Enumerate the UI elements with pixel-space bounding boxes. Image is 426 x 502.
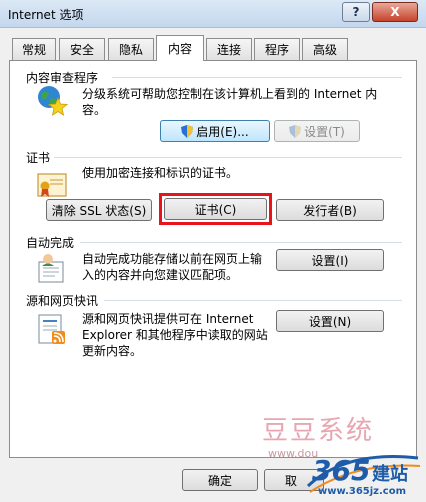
brand-number: 365 [312,454,371,487]
shield-icon [289,124,302,138]
tab-privacy[interactable]: 隐私 [108,38,154,60]
group-divider [112,77,402,78]
enable-button[interactable]: 启用(E)... [160,120,270,142]
tab-content[interactable]: 内容 [156,35,204,61]
tab-programs[interactable]: 程序 [254,38,300,60]
tab-security[interactable]: 安全 [59,38,105,60]
ok-button[interactable]: 确定 [182,469,258,491]
autocomplete-form-icon [36,252,68,284]
certificates-heading: 证书 [26,149,55,166]
help-button[interactable]: ? [342,2,370,22]
group-divider [80,242,402,243]
certificate-icon [36,170,68,202]
feeds-icon [36,313,68,345]
content-advisor-settings-label: 设置(T) [304,124,345,139]
content-advisor-description-1: 分级系统可帮助您控制在该计算机上看到的 Internet 内 [82,87,378,101]
watermark-site-name: 豆豆系统 [262,416,375,446]
certificates-description: 使用加密连接和标识的证书。 [82,166,239,180]
group-divider [104,300,402,301]
enable-label: 启用(E)... [196,124,249,139]
tab-general[interactable]: 常规 [12,38,56,60]
autocomplete-heading: 自动完成 [26,234,79,251]
globe-star-icon [36,84,69,116]
feeds-description-1: 源和网页快讯提供可在 Internet [82,312,254,326]
shield-icon [181,124,194,138]
certificates-button[interactable]: 证书(C) [164,198,267,220]
publishers-button[interactable]: 发行者(B) [276,199,384,221]
close-button[interactable]: X [372,2,418,22]
content-advisor-description-2: 容。 [82,103,107,117]
window-title: Internet 选项 [8,8,84,22]
autocomplete-description-1: 自动完成功能存储以前在网页上输 [82,252,263,266]
autocomplete-description-2: 入的内容并向您建议匹配项。 [82,268,239,282]
feeds-description-2: Explorer 和其他程序中读取的网站 [82,328,268,342]
tab-connections[interactable]: 连接 [206,38,252,60]
autocomplete-settings-button[interactable]: 设置(I) [276,249,384,271]
brand-watermark: 365 建站 www.365jz.com [306,448,422,500]
feeds-description-3: 更新内容。 [82,344,143,358]
group-divider [54,157,402,158]
tab-advanced[interactable]: 高级 [302,38,348,60]
brand-text: 建站 [372,464,408,485]
content-advisor-settings-button[interactable]: 设置(T) [274,120,360,142]
brand-url: www.365jz.com [318,486,407,497]
clear-ssl-state-button[interactable]: 清除 SSL 状态(S) [46,199,152,221]
feeds-settings-button[interactable]: 设置(N) [276,310,384,332]
feeds-heading: 源和网页快讯 [26,292,103,309]
